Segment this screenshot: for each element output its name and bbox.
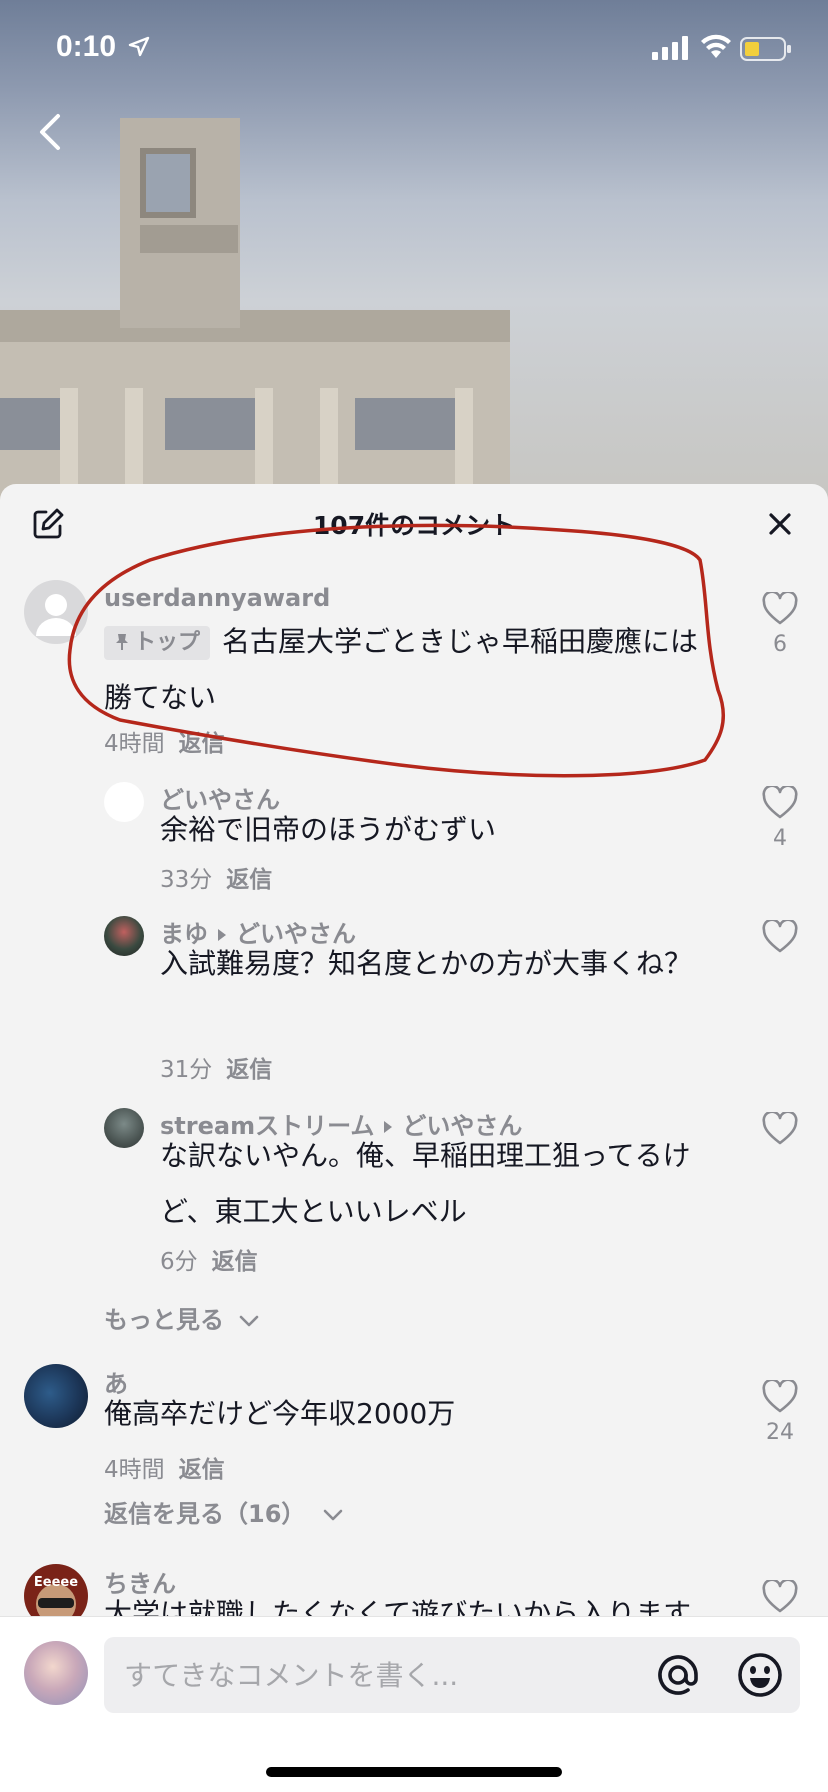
view-replies-label: 返信を見る（16） — [104, 1500, 306, 1528]
building-pillar — [320, 388, 338, 498]
chevron-down-icon — [240, 1315, 259, 1327]
like-button[interactable]: 24 — [760, 1378, 800, 1445]
status-time: 0:10 — [56, 30, 117, 63]
avatar[interactable] — [24, 1364, 88, 1428]
default-avatar-icon — [36, 594, 76, 636]
comment-text: 入試難易度？知名度とかの方が大事くね？ — [160, 947, 693, 980]
building-window — [355, 398, 455, 450]
comment-input-bar — [0, 1616, 828, 1792]
show-more-button[interactable]: もっと見る — [104, 1300, 260, 1335]
cellular-signal-icon — [652, 36, 688, 60]
building-pillar — [455, 388, 473, 498]
heart-icon — [762, 590, 798, 625]
like-button[interactable]: 6 — [760, 590, 800, 657]
comment-sheet: 107件のコメント userdannyaward トップ 名古屋大学ごときじゃ早稲… — [0, 484, 828, 1792]
avatar-badge-text: Eeeee — [34, 1575, 78, 1590]
comment-meta: 6分 返信 — [160, 1242, 258, 1276]
building-window — [165, 398, 255, 450]
like-count: 24 — [766, 1420, 794, 1445]
close-icon[interactable] — [764, 508, 796, 540]
status-bar: 0:10 — [0, 0, 828, 96]
wifi-icon — [701, 34, 731, 58]
building-roof — [0, 310, 510, 342]
building-window — [0, 398, 60, 450]
current-user-avatar[interactable] — [24, 1641, 88, 1705]
tower-window — [140, 148, 196, 218]
heart-icon — [762, 1578, 798, 1613]
comment-text: 余裕で旧帝のほうがむずい — [160, 813, 497, 846]
reply-button[interactable]: 返信 — [212, 1249, 258, 1275]
heart-icon — [762, 918, 798, 953]
comment-count-title: 107件のコメント — [312, 511, 516, 540]
building-pillar — [255, 388, 273, 498]
pinned-badge: トップ — [104, 626, 211, 660]
battery-icon — [740, 37, 791, 61]
show-more-label: もっと見る — [104, 1306, 224, 1334]
building-pillar — [125, 388, 143, 498]
reply-button[interactable]: 返信 — [179, 1457, 225, 1483]
comment-meta: 31分 返信 — [160, 1050, 272, 1084]
tower-band — [140, 225, 238, 253]
pinned-label: トップ — [134, 630, 201, 655]
like-button[interactable] — [760, 1110, 800, 1150]
reply-button[interactable]: 返信 — [179, 731, 225, 757]
back-chevron-icon[interactable] — [30, 110, 74, 154]
comment-time: 31分 — [160, 1057, 213, 1083]
avatar[interactable] — [24, 580, 88, 644]
comment-meta: 33分 返信 — [160, 860, 272, 894]
location-arrow-icon — [128, 36, 150, 57]
comment-meta: 4時間 返信 — [104, 724, 225, 758]
like-count: 6 — [773, 632, 787, 657]
comment-time: 4時間 — [104, 731, 165, 757]
avatar[interactable] — [104, 916, 144, 956]
comment-meta: 4時間 返信 — [104, 1450, 225, 1484]
avatar[interactable] — [104, 782, 144, 822]
comment-time: 33分 — [160, 867, 213, 893]
like-button[interactable] — [760, 1578, 800, 1618]
comment-username[interactable]: userdannyaward — [104, 584, 330, 612]
comment-text: な訳ないやん。俺、早稲田理工狙ってるけど、東工大といいレベル — [160, 1139, 691, 1228]
heart-icon — [762, 1110, 798, 1145]
pin-icon — [116, 634, 128, 650]
mention-at-icon[interactable] — [654, 1651, 702, 1699]
sheet-header: 107件のコメント — [0, 484, 828, 564]
home-indicator[interactable] — [266, 1767, 562, 1777]
avatar[interactable] — [104, 1108, 144, 1148]
view-replies-button[interactable]: 返信を見る（16） — [104, 1494, 344, 1529]
reply-button[interactable]: 返信 — [226, 867, 272, 893]
comment-text: 俺高卒だけど今年収2000万 — [104, 1397, 456, 1430]
comment-time: 6分 — [160, 1249, 198, 1275]
building-pillar — [60, 388, 78, 498]
heart-icon — [762, 784, 798, 819]
comment-time: 4時間 — [104, 1457, 165, 1483]
reply-button[interactable]: 返信 — [226, 1057, 272, 1083]
heart-icon — [762, 1378, 798, 1413]
emoji-icon[interactable] — [736, 1651, 784, 1699]
like-count: 4 — [773, 826, 787, 851]
comment-text: トップ 名古屋大学ごときじゃ早稲田慶應には勝てない — [104, 614, 724, 726]
like-button[interactable] — [760, 918, 800, 958]
comment-list: userdannyaward トップ 名古屋大学ごときじゃ早稲田慶應には勝てない … — [0, 564, 828, 1700]
like-button[interactable]: 4 — [760, 784, 800, 851]
chevron-down-icon — [323, 1509, 343, 1521]
